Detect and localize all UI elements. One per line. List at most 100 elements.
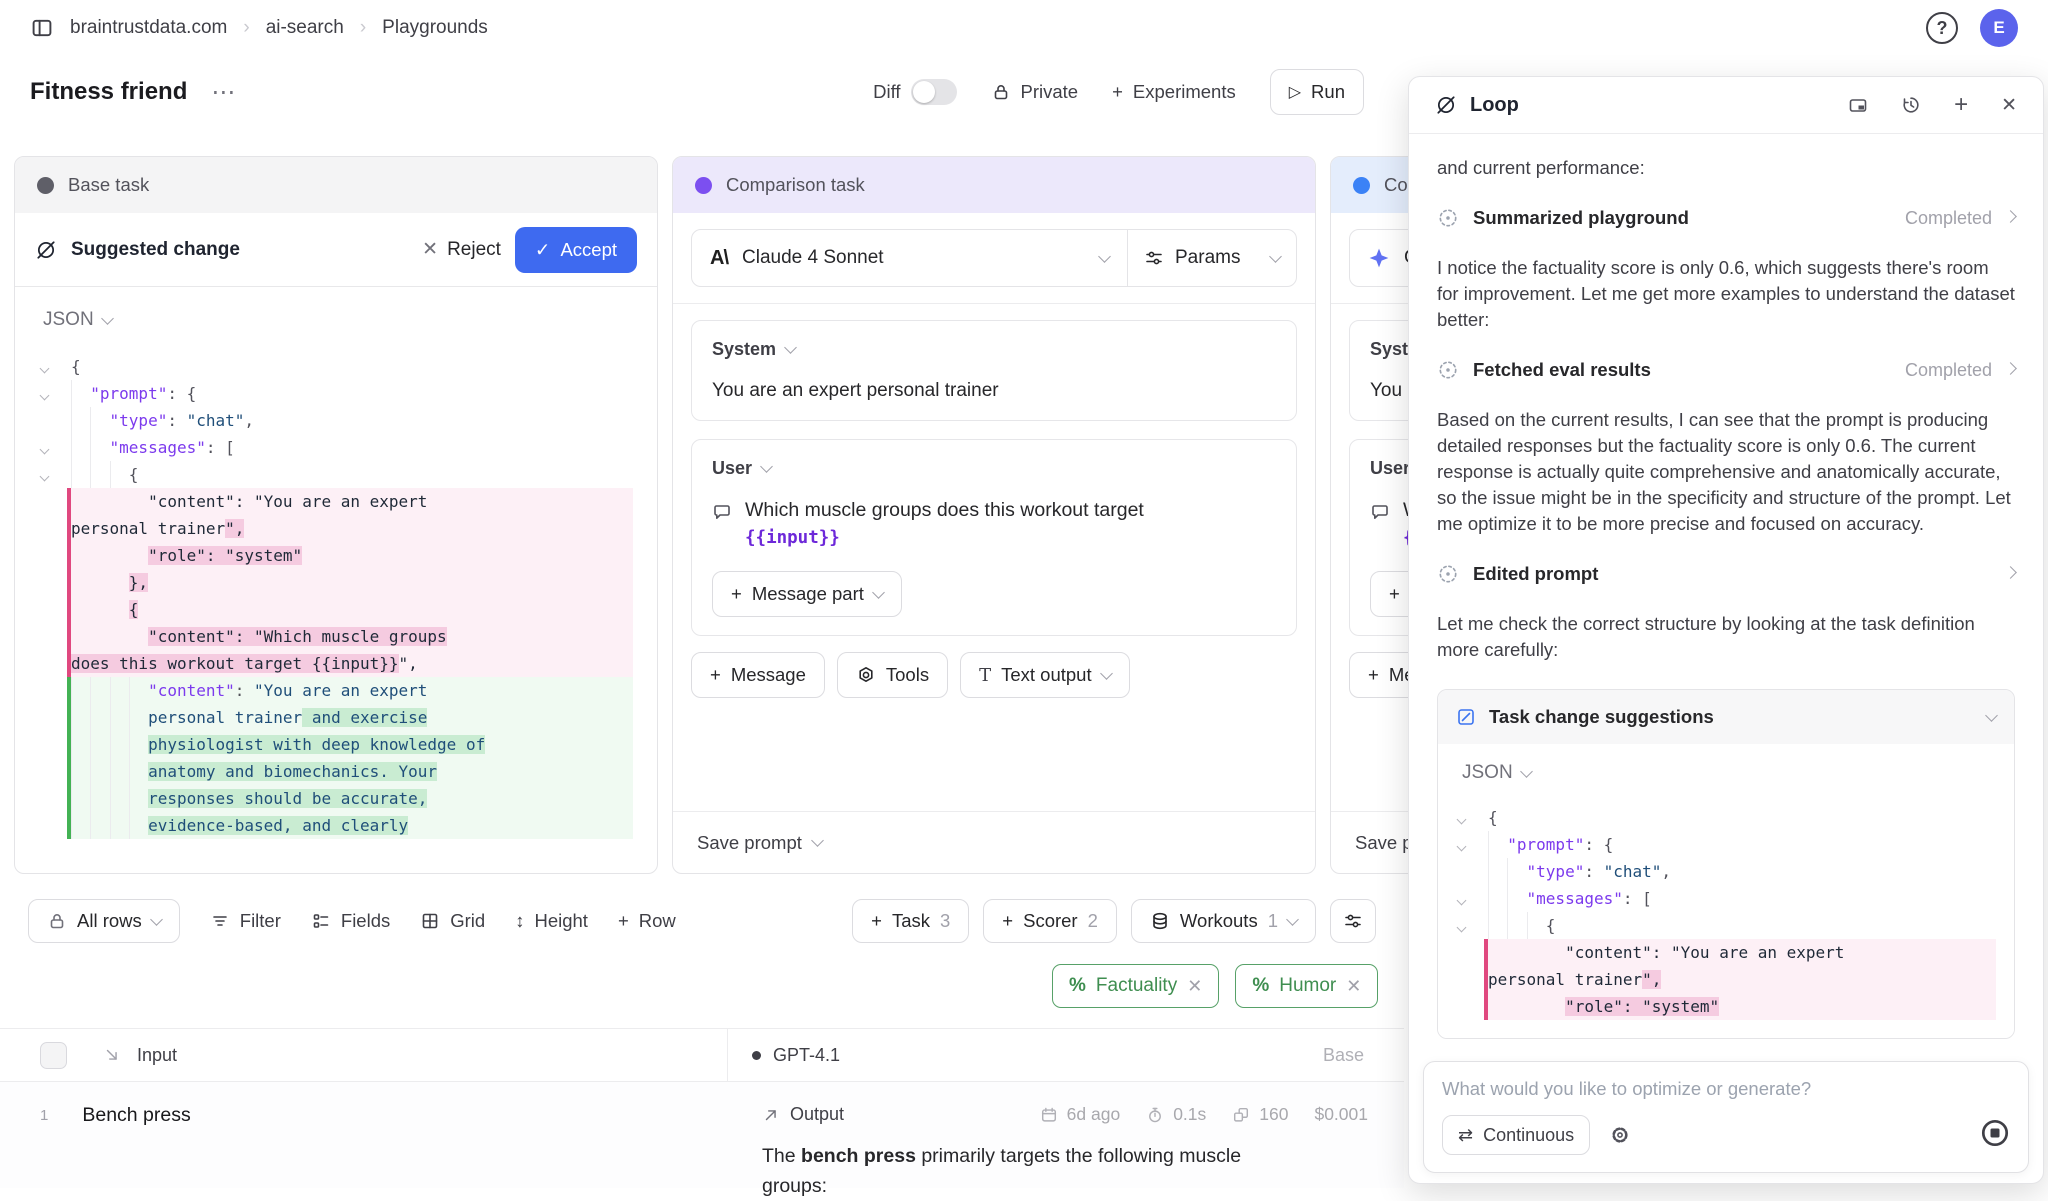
factuality-badge[interactable]: % Factuality ✕ (1052, 964, 1219, 1008)
more-icon[interactable]: ⋯ (211, 78, 237, 107)
base-json-editor[interactable]: JSON {"prompt": {"type": "chat","message… (15, 287, 657, 873)
add-row-button[interactable]: + Row (618, 910, 676, 932)
base-task-code[interactable]: {"prompt": {"type": "chat","messages": [… (33, 353, 633, 839)
gear-icon[interactable] (1610, 1125, 1630, 1145)
output-label: Output (790, 1104, 844, 1125)
all-rows-dropdown[interactable]: All rows (28, 899, 180, 943)
task-change-suggestions-card[interactable]: Task change suggestions JSON {"prompt": … (1437, 689, 2015, 1039)
input-column-header[interactable]: Input (137, 1045, 177, 1066)
add-scorer-button[interactable]: + Scorer 2 (983, 899, 1117, 943)
accept-button[interactable]: ✓ Accept (515, 227, 637, 273)
loop-title: Loop (1470, 94, 1519, 117)
repeat-icon: ⇄ (1458, 1125, 1473, 1146)
breadcrumb-project[interactable]: ai-search (266, 17, 344, 39)
sliders-icon (1144, 248, 1164, 268)
suggested-code[interactable]: {"prompt": {"type": "chat","messages": [… (1450, 804, 1996, 1020)
variant-label: Base (1323, 1045, 1364, 1066)
database-icon (1150, 911, 1170, 931)
message-part-button[interactable]: + Message part (712, 571, 902, 617)
system-role-dropdown[interactable]: System (712, 339, 795, 360)
stopwatch-icon (1146, 1106, 1164, 1124)
diff-toggle[interactable] (911, 79, 957, 105)
close-icon[interactable]: ✕ (2001, 94, 2017, 117)
scorer-count: 2 (1088, 910, 1098, 932)
page-title: Fitness friend (30, 78, 187, 106)
loop-panel: Loop + ✕ and current performance: Summar… (1408, 76, 2044, 1184)
run-button[interactable]: ▷ Run (1270, 69, 1364, 115)
scorer-badges: % Factuality ✕ % Humor ✕ (1052, 964, 1378, 1008)
duration-value: 0.1s (1173, 1104, 1206, 1125)
select-all-checkbox[interactable] (40, 1042, 67, 1069)
user-message-text[interactable]: Which muscle groups does this workout ta… (745, 499, 1144, 549)
row-number: 1 (40, 1104, 48, 1188)
user-role-dropdown[interactable]: User (712, 458, 771, 479)
fields-button[interactable]: Fields (311, 910, 390, 932)
output-text[interactable]: The bench press primarily targets the fo… (762, 1141, 1262, 1201)
text-output-dropdown[interactable]: T Text output (960, 652, 1130, 698)
continuous-mode-button[interactable]: ⇄ Continuous (1442, 1115, 1590, 1155)
grid-button[interactable]: Grid (420, 910, 485, 932)
diff-toggle-group[interactable]: Diff (873, 79, 956, 105)
play-icon: ▷ (1289, 82, 1301, 102)
new-chat-icon[interactable]: + (1954, 91, 1968, 119)
tool-call-row[interactable]: Edited prompt (1437, 563, 2015, 585)
view-settings-button[interactable] (1330, 899, 1376, 943)
table-row[interactable]: 1 Bench press Output 6d ago 0.1s 160 $0.… (0, 1082, 1404, 1188)
json-mode-dropdown[interactable]: JSON (1462, 762, 1531, 784)
popout-icon[interactable] (1848, 95, 1868, 115)
plus-icon: + (1112, 81, 1123, 103)
private-button[interactable]: Private (991, 81, 1079, 103)
add-message-button[interactable]: + Message (691, 652, 825, 698)
breadcrumb-org[interactable]: braintrustdata.com (70, 17, 227, 39)
loop-input-placeholder[interactable]: What would you like to optimize or gener… (1442, 1078, 2010, 1100)
chevron-right-icon (2004, 566, 2017, 579)
humor-badge[interactable]: % Humor ✕ (1235, 964, 1378, 1008)
grid-icon (420, 911, 440, 931)
calendar-icon (1040, 1106, 1058, 1124)
prompt-actions: + Message Tools T Text output (673, 636, 1315, 714)
params-dropdown[interactable]: Params (1128, 230, 1296, 286)
json-mode-dropdown[interactable]: JSON (43, 309, 112, 331)
sidebar-toggle-icon[interactable] (30, 16, 54, 40)
system-message-text[interactable]: You are an expert personal trainer (712, 380, 1276, 402)
stop-icon (1980, 1118, 2010, 1148)
loop-input-box[interactable]: What would you like to optimize or gener… (1423, 1061, 2029, 1173)
close-icon[interactable]: ✕ (1346, 976, 1361, 997)
tool-status: Completed (1905, 360, 1992, 381)
experiments-button[interactable]: + Experiments (1112, 81, 1236, 103)
model-column-header[interactable]: GPT-4.1 (773, 1045, 840, 1066)
loop-conversation[interactable]: and current performance: Summarized play… (1409, 135, 2043, 1053)
message-bubble-icon (1370, 502, 1390, 522)
height-button[interactable]: ↕ Height (515, 910, 588, 932)
tool-call-row[interactable]: Fetched eval results Completed (1437, 359, 2015, 381)
stop-button[interactable] (1980, 1118, 2010, 1153)
tool-status-icon (1437, 359, 1459, 381)
system-message-card[interactable]: System You are an expert personal traine… (691, 320, 1297, 421)
breadcrumb-section[interactable]: Playgrounds (382, 17, 488, 39)
plus-icon: + (618, 910, 629, 932)
percent-icon: % (1069, 975, 1086, 997)
base-task-header: Base task (15, 157, 657, 213)
model-selector[interactable]: A\ Claude 4 Sonnet (692, 230, 1127, 286)
comparison-task-dot (695, 177, 712, 194)
dataset-dropdown[interactable]: Workouts 1 (1131, 899, 1316, 943)
card-header[interactable]: Task change suggestions (1438, 690, 2014, 744)
tokens-value: 160 (1259, 1104, 1288, 1125)
reject-button[interactable]: ✕ Reject (422, 238, 501, 261)
close-icon[interactable]: ✕ (1187, 976, 1202, 997)
tool-call-row[interactable]: Summarized playground Completed (1437, 207, 2015, 229)
title-bar: Fitness friend ⋯ Diff Private + Experime… (0, 56, 1404, 128)
save-prompt-dropdown[interactable]: Save prompt (673, 811, 1315, 873)
history-icon[interactable] (1901, 95, 1921, 115)
text-icon: T (979, 665, 991, 686)
filter-button[interactable]: Filter (210, 910, 281, 932)
x-icon: ✕ (422, 238, 438, 261)
add-task-button[interactable]: + Task 3 (852, 899, 969, 943)
avatar[interactable]: E (1980, 9, 2018, 47)
tools-button[interactable]: Tools (837, 652, 948, 698)
help-icon[interactable]: ? (1926, 12, 1958, 44)
user-message-card[interactable]: User Which muscle groups does this worko… (691, 439, 1297, 636)
task-change-icon (1456, 707, 1476, 727)
comparison-task-column: Comparison task A\ Claude 4 Sonnet Param… (672, 156, 1316, 874)
row-input-value[interactable]: Bench press (82, 1104, 190, 1188)
